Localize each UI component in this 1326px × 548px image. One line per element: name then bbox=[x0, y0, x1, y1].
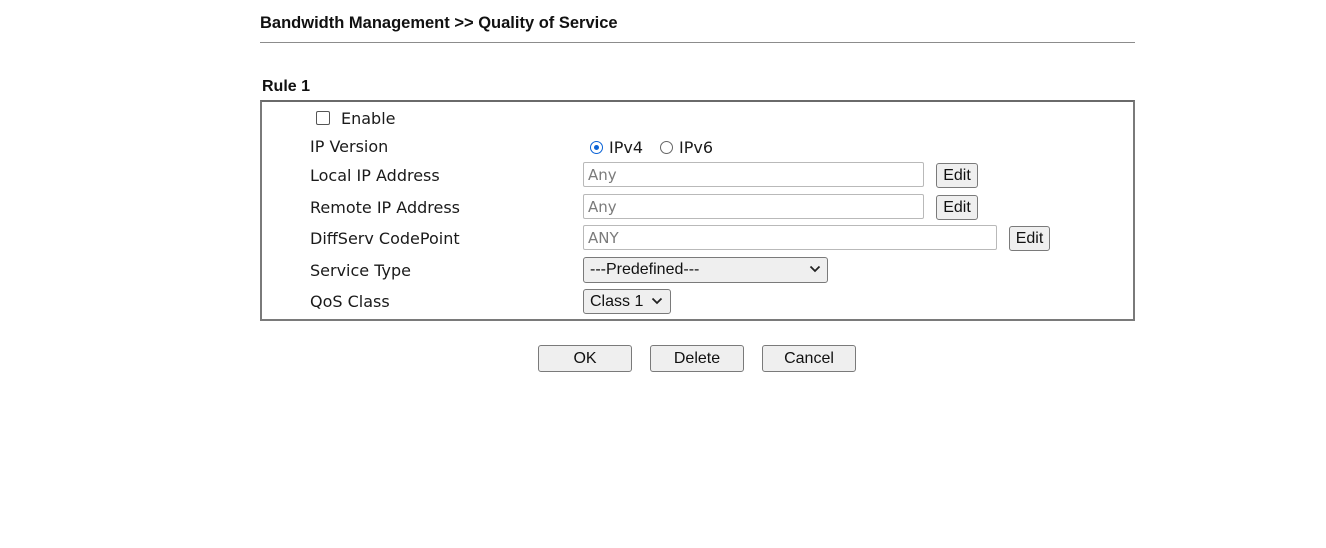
ip-version-label: IP Version bbox=[310, 137, 389, 156]
title-divider bbox=[260, 42, 1135, 43]
diffserv-edit-button[interactable]: Edit bbox=[1009, 226, 1050, 251]
cancel-button[interactable]: Cancel bbox=[762, 345, 856, 372]
rule-heading: Rule 1 bbox=[262, 78, 311, 95]
ipv4-radio-label: IPv4 bbox=[609, 138, 644, 157]
diffserv-label: DiffServ CodePoint bbox=[310, 229, 460, 248]
local-ip-edit-button[interactable]: Edit bbox=[936, 163, 978, 188]
local-ip-label: Local IP Address bbox=[310, 166, 440, 185]
remote-ip-edit-button[interactable]: Edit bbox=[936, 195, 978, 220]
chevron-down-icon bbox=[809, 265, 821, 273]
service-type-label: Service Type bbox=[310, 261, 411, 280]
ok-button[interactable]: OK bbox=[538, 345, 632, 372]
chevron-down-icon bbox=[651, 297, 663, 305]
service-type-select[interactable]: ---Predefined--- bbox=[583, 257, 828, 283]
ipv6-radio-label: IPv6 bbox=[679, 138, 714, 157]
diffserv-input[interactable]: ANY bbox=[583, 225, 997, 250]
enable-checkbox[interactable] bbox=[316, 111, 330, 125]
qos-class-selected: Class 1 bbox=[590, 293, 644, 310]
qos-class-label: QoS Class bbox=[310, 292, 390, 311]
ipv4-radio[interactable] bbox=[590, 141, 603, 154]
qos-class-select[interactable]: Class 1 bbox=[583, 289, 671, 314]
local-ip-input[interactable]: Any bbox=[583, 162, 924, 187]
enable-label: Enable bbox=[341, 109, 396, 128]
ipv6-radio[interactable] bbox=[660, 141, 673, 154]
service-type-selected: ---Predefined--- bbox=[590, 261, 700, 278]
page-title: Bandwidth Management >> Quality of Servi… bbox=[260, 14, 618, 32]
remote-ip-label: Remote IP Address bbox=[310, 198, 460, 217]
delete-button[interactable]: Delete bbox=[650, 345, 744, 372]
remote-ip-input[interactable]: Any bbox=[583, 194, 924, 219]
